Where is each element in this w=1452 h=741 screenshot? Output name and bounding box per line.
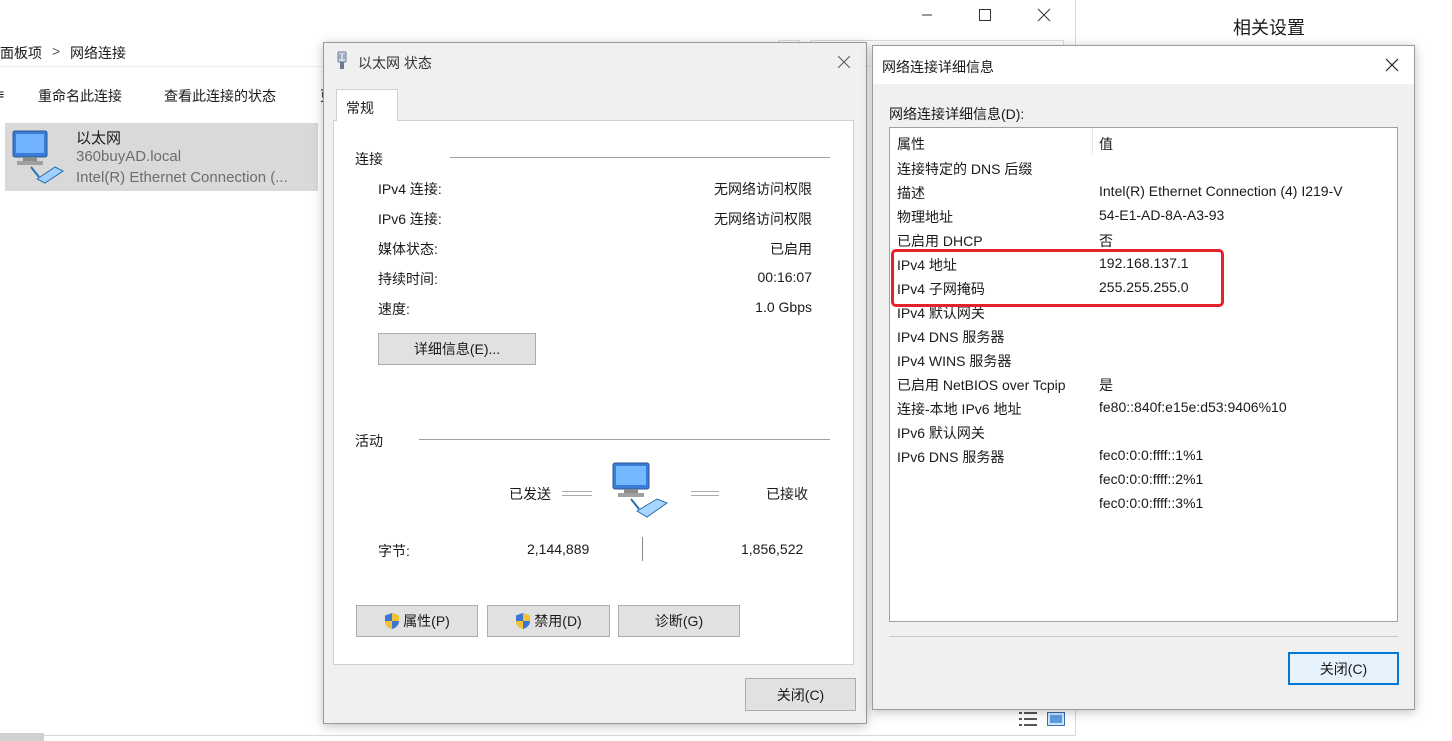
ethernet-status-dialog: 以太网 状态 常规 连接 IPv4 连接: 无网络访问权限 IPv6 连接: 无… [323, 42, 867, 724]
tab-general[interactable]: 常规 [336, 89, 398, 121]
uac-shield-icon [515, 612, 531, 630]
connection-section-label: 连接 [355, 151, 383, 167]
uac-shield-icon [384, 612, 400, 630]
disable-button-label: 禁用(D) [534, 613, 582, 629]
column-header-value[interactable]: 值 [1099, 134, 1113, 154]
column-header-property[interactable]: 属性 [897, 134, 925, 154]
column-separator[interactable] [1092, 128, 1093, 154]
maximize-icon[interactable] [962, 0, 1008, 30]
activity-section-label: 活动 [355, 433, 383, 449]
ipv6-connectivity-label: IPv6 连接: [378, 211, 442, 227]
row-property[interactable]: IPv6 默认网关 [897, 423, 985, 443]
breadcrumb-current[interactable]: 网络连接 [70, 43, 126, 63]
row-value[interactable]: 是 [1099, 375, 1113, 395]
command-partial-left[interactable]: ≡ [0, 86, 4, 102]
ipv4-connectivity-value: 无网络访问权限 [714, 181, 812, 197]
ipv4-connectivity-label: IPv4 连接: [378, 181, 442, 197]
duration-value: 00:16:07 [757, 269, 813, 285]
row-property[interactable]: 已启用 NetBIOS over Tcpip [897, 375, 1066, 395]
received-line [691, 491, 719, 496]
duration-label: 持续时间: [378, 271, 438, 287]
taskbar-edge [0, 733, 44, 741]
bytes-divider [642, 537, 643, 561]
row-property[interactable]: IPv4 地址 [897, 255, 957, 275]
row-value[interactable]: Intel(R) Ethernet Connection (4) I219-V [1099, 183, 1343, 199]
bytes-received-value: 1,856,522 [741, 541, 804, 557]
large-icons-view-icon[interactable] [1047, 711, 1065, 727]
properties-button[interactable]: 属性(P) [356, 605, 478, 637]
details-view-icon[interactable] [1019, 711, 1037, 727]
details-button[interactable]: 详细信息(E)... [378, 333, 536, 365]
section-divider [450, 157, 830, 158]
media-state-label: 媒体状态: [378, 241, 438, 257]
minimize-icon[interactable] [904, 0, 950, 30]
network-adapter-icon [9, 127, 69, 190]
media-state-value: 已启用 [770, 241, 812, 257]
row-property[interactable]: IPv4 WINS 服务器 [897, 351, 1011, 371]
received-label: 已接收 [766, 486, 808, 502]
section-divider [419, 439, 830, 440]
row-property[interactable]: 连接特定的 DNS 后缀 [897, 159, 1032, 179]
row-value[interactable]: 54-E1-AD-8A-A3-93 [1099, 207, 1224, 223]
adapter-device: Intel(R) Ethernet Connection (... [76, 169, 288, 186]
close-icon[interactable] [1021, 0, 1067, 30]
adapter-domain: 360buyAD.local [76, 148, 182, 165]
row-property[interactable]: IPv4 默认网关 [897, 303, 985, 323]
status-close-button[interactable]: 关闭(C) [745, 678, 856, 711]
row-property[interactable]: IPv6 DNS 服务器 [897, 447, 1004, 467]
row-value[interactable]: 255.255.255.0 [1099, 279, 1189, 295]
row-property[interactable]: 物理地址 [897, 207, 953, 227]
row-property[interactable]: IPv4 DNS 服务器 [897, 327, 1004, 347]
disable-button[interactable]: 禁用(D) [487, 605, 610, 637]
dialog-titlebar: 网络连接详细信息 [873, 46, 1414, 84]
row-property[interactable]: 连接-本地 IPv6 地址 [897, 399, 1021, 419]
footer-divider [889, 636, 1398, 637]
speed-value: 1.0 Gbps [755, 299, 812, 315]
adapter-name: 以太网 [76, 130, 122, 147]
close-icon[interactable] [1377, 50, 1407, 80]
dialog-title: 网络连接详细信息 [882, 59, 994, 75]
speed-label: 速度: [378, 301, 410, 317]
details-close-button[interactable]: 关闭(C) [1288, 652, 1399, 685]
view-status-command[interactable]: 查看此连接的状态 [164, 86, 276, 106]
row-value[interactable]: fe80::840f:e15e:d53:9406%10 [1099, 399, 1287, 415]
row-value[interactable]: 否 [1099, 231, 1113, 251]
network-status-icon [334, 51, 350, 74]
sent-label: 已发送 [509, 486, 551, 502]
related-settings-heading: 相关设置 [1233, 18, 1305, 38]
row-property[interactable]: 已启用 DHCP [897, 231, 983, 251]
breadcrumb-parent[interactable]: 面板项 [0, 43, 42, 63]
sent-line [562, 491, 592, 496]
details-list-label: 网络连接详细信息(D): [889, 106, 1025, 122]
ipv6-connectivity-value: 无网络访问权限 [714, 211, 812, 227]
row-value[interactable]: 192.168.137.1 [1099, 255, 1189, 271]
details-list[interactable]: 属性 值 连接特定的 DNS 后缀 描述 Intel(R) Ethernet C… [889, 127, 1398, 622]
row-property[interactable]: IPv4 子网掩码 [897, 279, 985, 299]
bytes-label: 字节: [378, 543, 410, 559]
row-value[interactable]: fec0:0:0:ffff::2%1 [1099, 471, 1203, 487]
bytes-sent-value: 2,144,889 [527, 541, 590, 557]
close-icon[interactable] [829, 47, 859, 77]
rename-connection-command[interactable]: 重命名此连接 [38, 86, 122, 106]
tab-panel-general: 连接 IPv4 连接: 无网络访问权限 IPv6 连接: 无网络访问权限 媒体状… [333, 120, 854, 665]
dialog-title: 以太网 状态 [358, 55, 432, 71]
network-details-dialog: 网络连接详细信息 网络连接详细信息(D): 属性 值 连接特定的 DNS 后缀 … [872, 45, 1415, 710]
adapter-item-ethernet[interactable]: 以太网 360buyAD.local Intel(R) Ethernet Con… [5, 123, 318, 191]
row-value[interactable]: fec0:0:0:ffff::1%1 [1099, 447, 1203, 463]
row-property[interactable]: 描述 [897, 183, 925, 203]
properties-button-label: 属性(P) [403, 613, 450, 629]
breadcrumb-separator: > [52, 43, 61, 59]
row-value[interactable]: fec0:0:0:ffff::3%1 [1099, 495, 1203, 511]
diagnose-button[interactable]: 诊断(G) [618, 605, 740, 637]
network-activity-icon [611, 461, 673, 524]
